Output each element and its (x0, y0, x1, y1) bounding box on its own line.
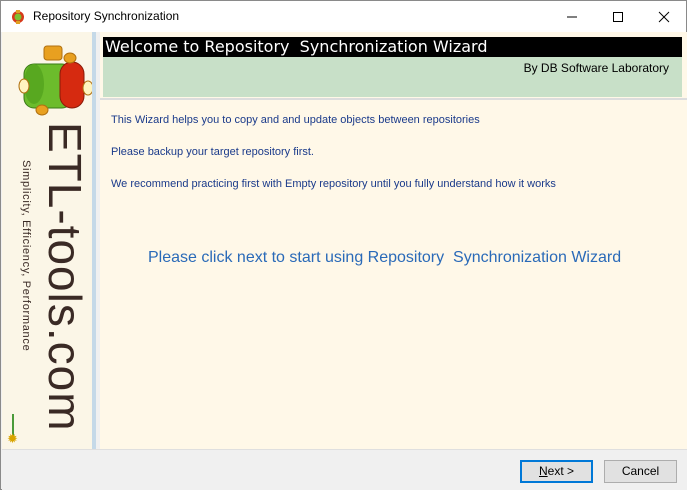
info-line-1: This Wizard helps you to copy and and up… (111, 114, 480, 126)
call-to-action: Please click next to start using Reposit… (148, 249, 622, 266)
brand-tagline: Simplicity, Efficiency, Performance (20, 160, 32, 352)
company-label: By DB Software Laboratory (523, 61, 669, 75)
close-button[interactable] (641, 1, 687, 32)
info-line-2: Please backup your target repository fir… (111, 146, 314, 158)
flower-icon: ✹ (7, 431, 18, 446)
wizard-footer: Next > Cancel (2, 449, 687, 490)
wizard-subheader: By DB Software Laboratory (103, 57, 682, 97)
wizard-content: Welcome to Repository Synchronization Wi… (100, 32, 687, 449)
wizard-window: Repository Synchronization ETL-tools.com… (0, 0, 687, 490)
next-button-mnemonic: N (538, 464, 548, 478)
next-button[interactable]: Next > (520, 460, 593, 483)
header-divider (100, 98, 687, 100)
maximize-icon (613, 12, 623, 22)
info-line-3: We recommend practicing first with Empty… (111, 178, 556, 190)
minimize-icon (567, 16, 577, 18)
etl-cube-logo (18, 45, 92, 116)
close-icon (658, 11, 670, 23)
brand-text: ETL-tools.com (39, 122, 91, 432)
next-button-label: ext > (547, 464, 575, 478)
maximize-button[interactable] (595, 1, 641, 32)
app-icon (12, 10, 24, 24)
minimize-button[interactable] (549, 1, 595, 32)
side-banner: ETL-tools.com Simplicity, Efficiency, Pe… (2, 32, 96, 449)
wizard-heading: Welcome to Repository Synchronization Wi… (103, 37, 682, 57)
window-title: Repository Synchronization (33, 9, 180, 23)
cancel-button[interactable]: Cancel (604, 460, 677, 483)
title-bar[interactable]: Repository Synchronization (1, 1, 686, 32)
